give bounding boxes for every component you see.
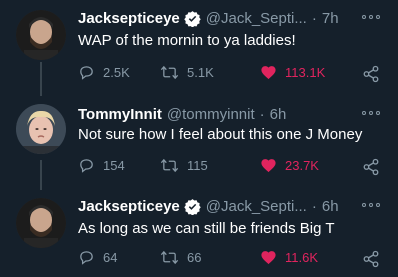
retweet-count: 5.1K	[187, 65, 214, 80]
avatar[interactable]	[16, 198, 66, 248]
tweet-1[interactable]: Jacksepticeye @Jack_Septi... · 7h WAP of…	[0, 8, 398, 88]
tweet-actions: 154 115 23.7K	[78, 157, 382, 177]
like-icon	[261, 159, 276, 173]
reply-count: 2.5K	[103, 65, 130, 80]
author-name[interactable]: Jacksepticeye	[78, 10, 180, 27]
retweet-count: 66	[187, 250, 202, 265]
tweet-time[interactable]: 6h	[270, 106, 287, 123]
more-icon[interactable]	[362, 106, 380, 120]
tweet-time[interactable]: 7h	[322, 10, 339, 27]
more-icon[interactable]	[362, 10, 380, 24]
verified-icon	[184, 10, 201, 27]
tweet-time[interactable]: 6h	[322, 198, 339, 215]
reply-button[interactable]: 64	[78, 249, 117, 266]
tweet-actions: 2.5K 5.1K 113.1K	[78, 64, 382, 84]
retweet-button[interactable]: 5.1K	[160, 64, 214, 81]
separator-dot: ·	[311, 9, 317, 27]
share-icon	[363, 158, 379, 176]
separator-dot: ·	[259, 105, 265, 123]
share-icon	[363, 65, 379, 83]
share-icon	[363, 250, 379, 268]
author-name[interactable]: TommyInnit	[78, 106, 162, 123]
avatar[interactable]	[16, 104, 66, 154]
reply-icon	[80, 66, 93, 80]
author-handle[interactable]: @Jack_Septi...	[206, 198, 307, 215]
reply-count: 64	[103, 250, 118, 265]
tweet-actions: 64 66 11.6K	[78, 249, 382, 269]
like-count: 113.1K	[285, 65, 326, 80]
reply-count: 154	[103, 158, 125, 173]
author-name[interactable]: Jacksepticeye	[78, 198, 180, 215]
tweet-text: Not sure how I feel about this one J Mon…	[78, 126, 363, 143]
tweet-header: Jacksepticeye @Jack_Septi... · 6h	[78, 196, 358, 216]
like-count: 11.6K	[285, 250, 319, 265]
tweet-header: Jacksepticeye @Jack_Septi... · 7h	[78, 8, 358, 28]
like-button[interactable]: 23.7K	[260, 157, 319, 174]
retweet-count: 115	[187, 158, 208, 173]
retweet-button[interactable]: 115	[160, 157, 208, 174]
like-count: 23.7K	[285, 158, 319, 173]
avatar[interactable]	[16, 10, 66, 60]
tweet-3[interactable]: Jacksepticeye @Jack_Septi... · 6h As lon…	[0, 196, 398, 277]
like-icon	[261, 66, 276, 80]
more-icon[interactable]	[362, 198, 380, 212]
verified-icon	[184, 198, 201, 215]
tweet-text: WAP of the mornin to ya laddies!	[78, 32, 296, 49]
tweet-text: As long as we can still be friends Big T	[78, 220, 335, 237]
share-button[interactable]	[362, 250, 380, 273]
tweet-2[interactable]: TommyInnit @tommyinnit · 6h Not sure how…	[0, 104, 398, 184]
retweet-icon	[160, 65, 179, 80]
reply-button[interactable]: 154	[78, 157, 125, 174]
reply-button[interactable]: 2.5K	[78, 64, 130, 81]
author-handle[interactable]: @tommyinnit	[167, 106, 255, 123]
like-button[interactable]: 113.1K	[260, 64, 325, 81]
reply-icon	[80, 159, 93, 173]
share-button[interactable]	[362, 158, 380, 181]
share-button[interactable]	[362, 65, 380, 88]
like-button[interactable]: 11.6K	[260, 249, 318, 266]
retweet-button[interactable]: 66	[160, 249, 201, 266]
retweet-icon	[160, 250, 179, 265]
retweet-icon	[160, 158, 179, 173]
separator-dot: ·	[311, 197, 317, 215]
reply-icon	[80, 251, 93, 265]
author-handle[interactable]: @Jack_Septi...	[206, 10, 307, 27]
like-icon	[261, 251, 276, 265]
tweet-header: TommyInnit @tommyinnit · 6h	[78, 104, 358, 124]
